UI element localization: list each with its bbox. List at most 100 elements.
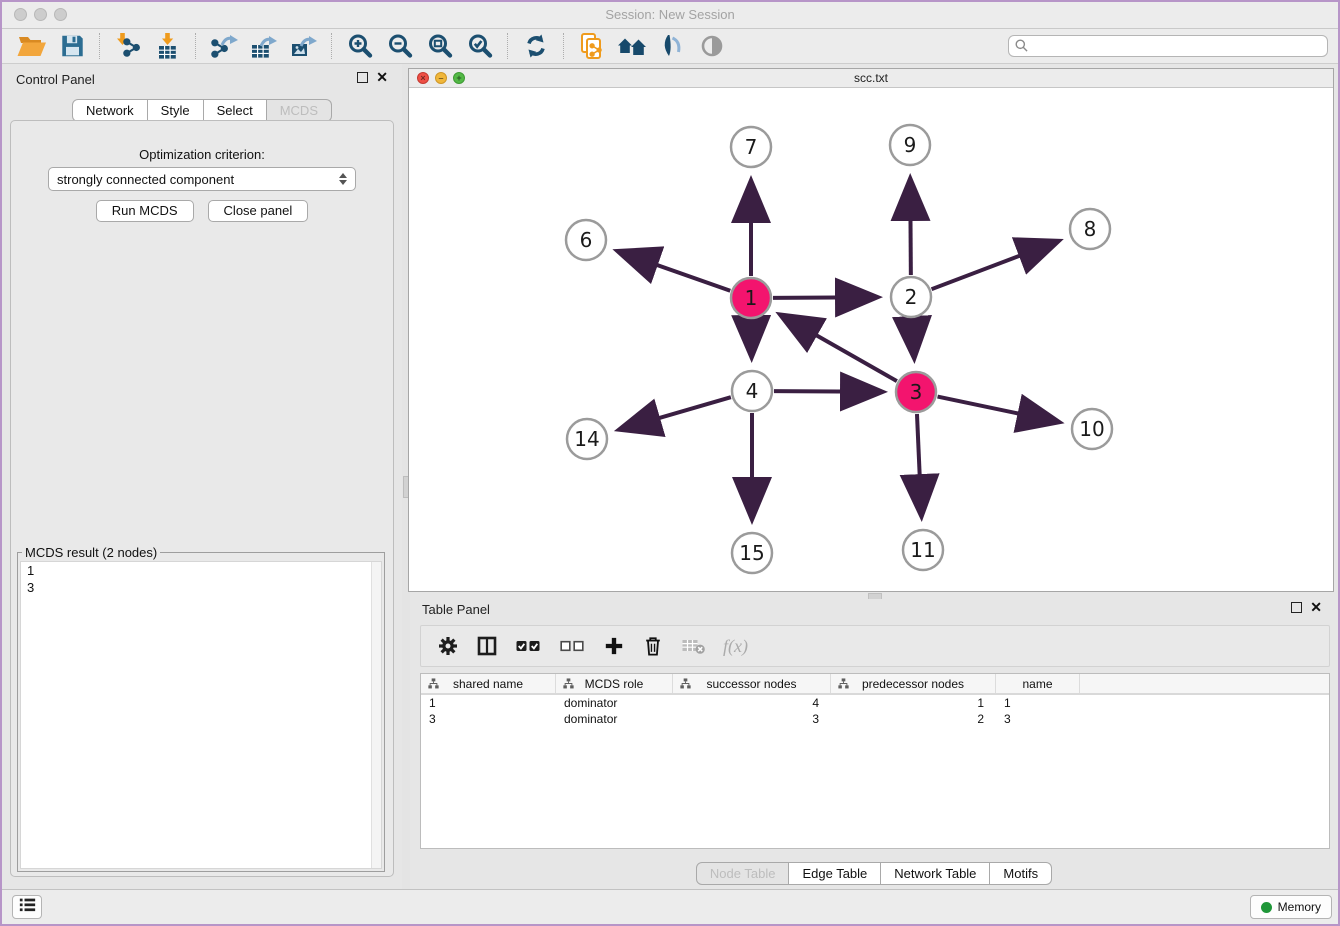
- toolbar-separator: [507, 33, 509, 59]
- add-row-button[interactable]: [603, 634, 625, 658]
- graph-edge-2-3[interactable]: [912, 319, 914, 358]
- column-header-predecessor-nodes[interactable]: predecessor nodes: [831, 674, 996, 693]
- zoom-out-icon: [386, 32, 415, 60]
- cell-shared-name[interactable]: 1: [421, 695, 556, 711]
- cell-MCDS-role[interactable]: dominator: [556, 695, 673, 711]
- first-neighbors-button[interactable]: [612, 31, 652, 61]
- tab-style[interactable]: Style: [148, 99, 204, 122]
- open-session-button[interactable]: [12, 31, 52, 61]
- cell-successor-nodes[interactable]: 3: [673, 711, 831, 727]
- close-panel-icon[interactable]: ✕: [1310, 601, 1322, 613]
- tab-network-table[interactable]: Network Table: [881, 862, 990, 885]
- cell-predecessor-nodes[interactable]: 2: [831, 711, 996, 727]
- toolbar-separator: [563, 33, 565, 59]
- delete-row-button[interactable]: [642, 634, 664, 658]
- graph-node-8[interactable]: 8: [1070, 209, 1110, 249]
- table-row[interactable]: 1dominator411: [421, 695, 1329, 711]
- table-header-row: shared name MCDS role successor nodes prede…: [421, 674, 1329, 695]
- tab-network[interactable]: Network: [72, 99, 148, 122]
- cell-shared-name[interactable]: 3: [421, 711, 556, 727]
- select-all-columns-icon: [515, 638, 542, 654]
- import-table-button[interactable]: [148, 31, 188, 61]
- tab-select[interactable]: Select: [204, 99, 267, 122]
- search-input[interactable]: [1008, 35, 1328, 57]
- task-history-button[interactable]: [12, 895, 42, 919]
- tab-edge-table[interactable]: Edge Table: [789, 862, 881, 885]
- zoom-out-button[interactable]: [380, 31, 420, 61]
- deselect-all-columns-button[interactable]: [559, 634, 586, 658]
- tab-node-table[interactable]: Node Table: [696, 862, 790, 885]
- graph-node-2[interactable]: 2: [891, 277, 931, 317]
- column-header-name[interactable]: name: [996, 674, 1080, 693]
- cell-successor-nodes[interactable]: 4: [673, 695, 831, 711]
- zoom-in-button[interactable]: [340, 31, 380, 61]
- window-title: Session: New Session: [2, 2, 1338, 28]
- column-label: shared name: [453, 677, 523, 691]
- graph-edge-1-6[interactable]: [618, 251, 730, 290]
- graph-node-11[interactable]: 11: [903, 530, 943, 570]
- graph-node-7[interactable]: 7: [731, 127, 771, 167]
- column-header-MCDS-role[interactable]: MCDS role: [556, 674, 673, 693]
- float-panel-icon[interactable]: [1291, 602, 1302, 613]
- column-header-successor-nodes[interactable]: successor nodes: [673, 674, 831, 693]
- column-label: successor nodes: [706, 677, 796, 691]
- tab-motifs[interactable]: Motifs: [990, 862, 1052, 885]
- select-all-columns-button[interactable]: [515, 634, 542, 658]
- show-columns-button[interactable]: [476, 634, 498, 658]
- graph-node-10[interactable]: 10: [1072, 409, 1112, 449]
- float-panel-icon[interactable]: [357, 72, 368, 83]
- export-image-button[interactable]: [284, 31, 324, 61]
- graph-edge-4-14[interactable]: [620, 397, 731, 429]
- graph-node-4[interactable]: 4: [732, 371, 772, 411]
- close-panel-icon[interactable]: ✕: [376, 71, 388, 83]
- zoom-fit-button[interactable]: [420, 31, 460, 61]
- mcds-result-textarea[interactable]: 13: [20, 561, 382, 869]
- graph-edge-3-11[interactable]: [917, 414, 922, 516]
- graph-edge-4-3[interactable]: [774, 391, 882, 392]
- graph-node-1[interactable]: 1: [731, 278, 771, 318]
- export-table-icon: [250, 32, 278, 60]
- tab-mcds[interactable]: MCDS: [267, 99, 332, 122]
- control-panel-controls: ✕: [357, 71, 388, 83]
- cell-MCDS-role[interactable]: dominator: [556, 711, 673, 727]
- mcds-result-title: MCDS result (2 nodes): [22, 545, 160, 560]
- graph-node-6[interactable]: 6: [566, 220, 606, 260]
- graph-edge-3-10[interactable]: [938, 397, 1059, 422]
- import-network-button[interactable]: [108, 31, 148, 61]
- graph-node-9[interactable]: 9: [890, 125, 930, 165]
- deselect-all-columns-icon: [559, 638, 586, 654]
- network-canvas[interactable]: 1 2 3 4 6 7 8 9 10 11 14 15: [409, 87, 1333, 591]
- optimization-dropdown[interactable]: strongly connected component: [48, 167, 356, 191]
- zoom-selected-button[interactable]: [460, 31, 500, 61]
- graph-edge-1-2[interactable]: [773, 297, 877, 298]
- control-panel: Control Panel ✕ NetworkStyleSelectMCDS O…: [2, 64, 402, 890]
- graph-edge-3-1[interactable]: [781, 315, 897, 381]
- graph-node-3[interactable]: 3: [896, 372, 936, 412]
- mcds-result-line: 3: [21, 579, 381, 596]
- close-panel-button[interactable]: Close panel: [208, 200, 309, 222]
- graph-edge-2-9[interactable]: [910, 179, 911, 275]
- result-scrollbar[interactable]: [371, 562, 381, 868]
- export-network-button[interactable]: [204, 31, 244, 61]
- table-settings-button[interactable]: [437, 634, 459, 658]
- refresh-network-button[interactable]: [516, 31, 556, 61]
- duplicate-network-button[interactable]: [572, 31, 612, 61]
- column-header-shared-name[interactable]: shared name: [421, 674, 556, 693]
- cell-name[interactable]: 1: [996, 695, 1080, 711]
- horizontal-splitter[interactable]: [410, 592, 1338, 599]
- run-mcds-button[interactable]: Run MCDS: [96, 200, 194, 222]
- graph-edge-2-8[interactable]: [932, 241, 1059, 289]
- table-row[interactable]: 3dominator323: [421, 711, 1329, 727]
- memory-button[interactable]: Memory: [1250, 895, 1332, 919]
- graph-node-14[interactable]: 14: [567, 419, 607, 459]
- memory-status-icon: [1261, 902, 1272, 913]
- save-session-button[interactable]: [52, 31, 92, 61]
- node-table: shared name MCDS role successor nodes prede…: [420, 673, 1330, 849]
- graph-node-15[interactable]: 15: [732, 533, 772, 573]
- show-graphics-details-button[interactable]: [652, 31, 692, 61]
- zoom-selected-icon: [466, 32, 495, 60]
- cell-predecessor-nodes[interactable]: 1: [831, 695, 996, 711]
- export-table-button[interactable]: [244, 31, 284, 61]
- attribute-tree-icon: [838, 678, 849, 692]
- cell-name[interactable]: 3: [996, 711, 1080, 727]
